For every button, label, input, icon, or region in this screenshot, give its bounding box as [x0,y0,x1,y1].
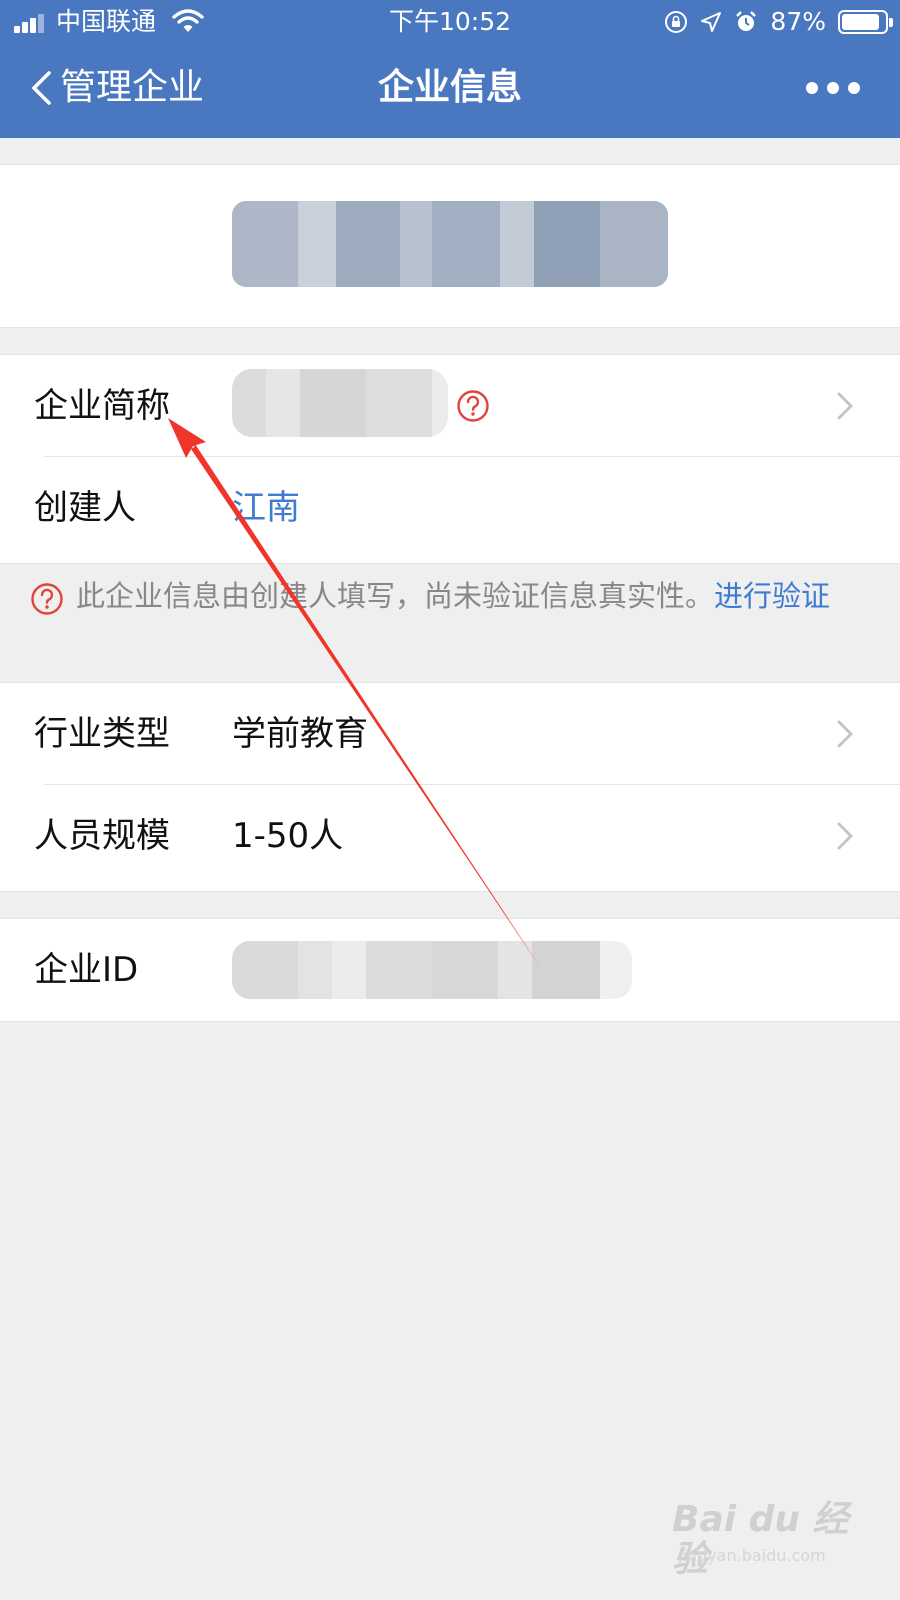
company-name-card [0,164,900,328]
notice-question-icon [31,583,63,615]
notice-message: 此企业信息由创建人填写，尚未验证信息真实性。 [76,579,715,613]
company-id-row: 企业ID [0,919,900,1021]
size-value: 1-50人 [232,816,344,856]
orientation-lock-icon [665,11,688,33]
creator-value[interactable]: 江南 [232,457,300,559]
short-name-row[interactable]: 企业简称 [0,355,900,457]
creator-label: 创建人 [34,488,136,528]
redacted-short-name [232,369,448,437]
size-row[interactable]: 人员规模 1-50人 [0,785,900,887]
status-icons: 87% [664,6,893,38]
basic-info-group: 企业简称 创建人 江南 [0,354,900,564]
industry-row[interactable]: 行业类型 学前教育 [0,683,900,785]
battery-fill [842,14,879,30]
company-id-label: 企业ID [34,950,139,990]
company-id-group: 企业ID [0,918,900,1022]
baidu-watermark: Bai du 经验 jingyan.baidu.com [672,1500,852,1580]
screen: 中国联通 下午10:52 87% 管理企业 企业信息 企业简称 创建人 江南 此… [0,0,900,1600]
chevron-right-icon [837,720,853,748]
redacted-company-name [232,201,668,287]
back-label: 管理企业 [60,67,205,108]
chevron-right-icon [837,822,853,850]
battery-icon [838,10,893,34]
industry-label: 行业类型 [34,714,170,754]
nav-bar: 管理企业 企业信息 [0,44,900,138]
location-icon [701,12,722,32]
notice-text: 此企业信息由创建人填写，尚未验证信息真实性。进行验证 [76,576,866,616]
help-question-icon[interactable] [456,389,490,423]
redacted-company-id [232,941,632,999]
size-label: 人员规模 [34,816,170,856]
chevron-right-icon [837,392,853,420]
watermark-url: jingyan.baidu.com [678,1546,826,1565]
alarm-icon [736,11,757,31]
industry-group: 行业类型 学前教育 人员规模 1-50人 [0,682,900,892]
short-name-label: 企业简称 [34,386,170,426]
chevron-left-icon [32,71,51,105]
verification-notice: 此企业信息由创建人填写，尚未验证信息真实性。进行验证 [0,564,900,682]
status-bar: 中国联通 下午10:52 87% [0,0,900,44]
battery-percent: 87% [770,7,826,36]
creator-row: 创建人 江南 [0,457,900,559]
more-dots-icon[interactable] [806,80,860,96]
verify-link[interactable]: 进行验证 [714,579,830,613]
back-button[interactable]: 管理企业 [30,66,204,110]
header: 中国联通 下午10:52 87% 管理企业 企业信息 [0,0,900,138]
industry-value: 学前教育 [232,714,368,754]
watermark-logo: Bai du 经验 [672,1499,849,1580]
